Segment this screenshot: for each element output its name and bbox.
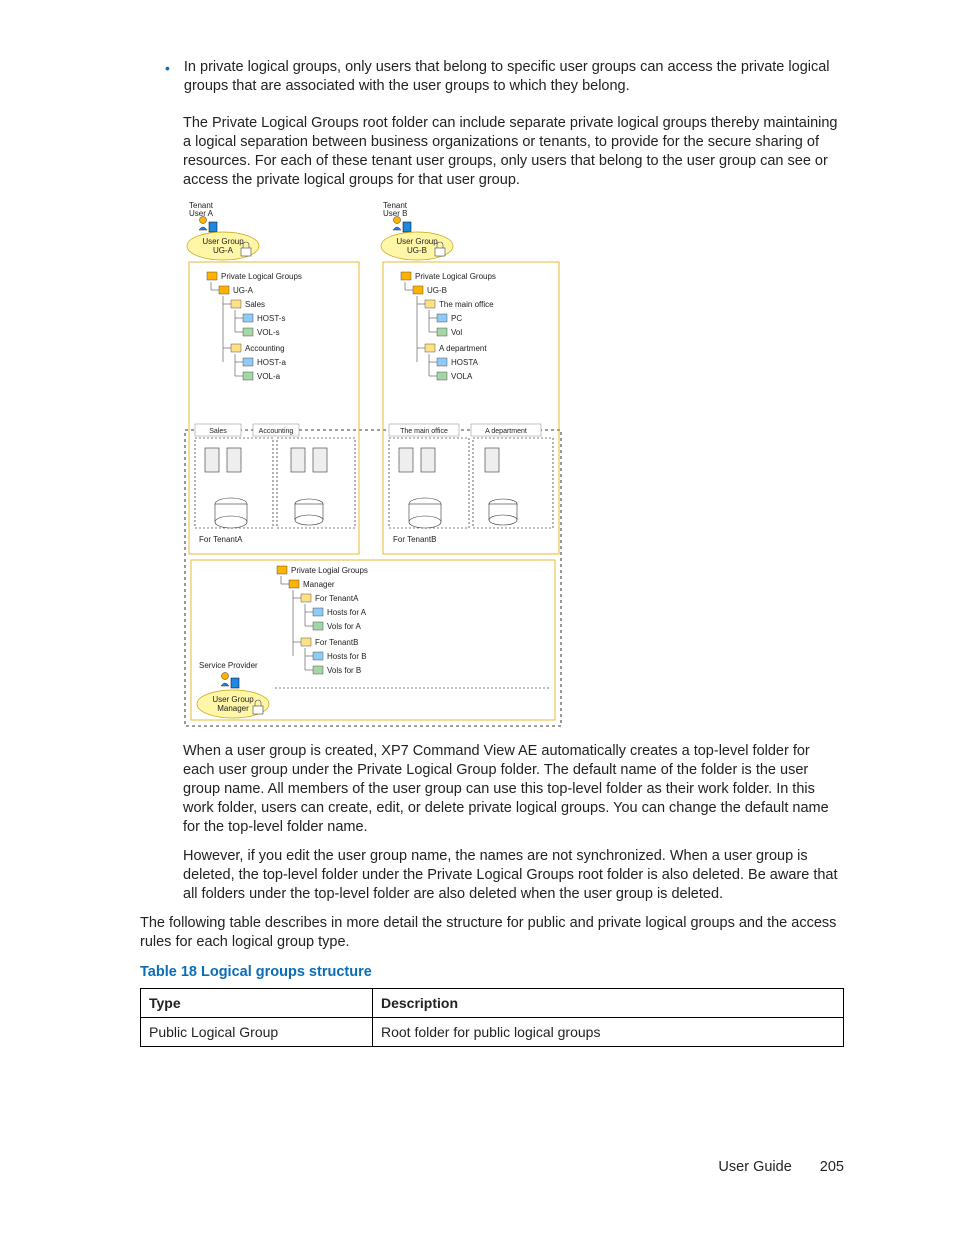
svg-text:User Group: User Group bbox=[202, 237, 244, 246]
svg-text:UG-B: UG-B bbox=[427, 286, 447, 295]
svg-text:For TenantA: For TenantA bbox=[315, 594, 359, 603]
bullet-text: In private logical groups, only users th… bbox=[184, 58, 844, 96]
bullet-marker: • bbox=[165, 59, 170, 77]
svg-text:Hosts for A: Hosts for A bbox=[327, 608, 367, 617]
paragraph: However, if you edit the user group name… bbox=[183, 847, 844, 904]
bullet-item: • In private logical groups, only users … bbox=[140, 58, 844, 106]
svg-text:For TenantB: For TenantB bbox=[393, 535, 436, 544]
footer-guide: User Guide bbox=[718, 1159, 791, 1175]
table-header-type: Type bbox=[141, 989, 373, 1018]
table-cell-desc: Root folder for public logical groups bbox=[372, 1018, 843, 1047]
svg-text:Hosts for B: Hosts for B bbox=[327, 652, 367, 661]
svg-text:UG-A: UG-A bbox=[213, 246, 234, 255]
svg-text:Accounting: Accounting bbox=[259, 428, 294, 435]
svg-text:For TenantA: For TenantA bbox=[199, 535, 243, 544]
svg-text:Manager: Manager bbox=[303, 580, 335, 589]
paragraph: The following table describes in more de… bbox=[140, 914, 844, 952]
diagram-svg: Tenant User A User Group UG-A bbox=[183, 200, 563, 730]
paragraph: When a user group is created, XP7 Comman… bbox=[183, 742, 844, 837]
footer-page-number: 205 bbox=[820, 1159, 844, 1175]
svg-text:User Group: User Group bbox=[212, 695, 254, 704]
table-header-desc: Description bbox=[372, 989, 843, 1018]
svg-text:HOSTA: HOSTA bbox=[451, 358, 479, 367]
svg-text:Private Logical Groups: Private Logical Groups bbox=[221, 272, 302, 281]
table-header-row: Type Description bbox=[141, 989, 844, 1018]
svg-text:Vols for B: Vols for B bbox=[327, 666, 361, 675]
svg-text:Private Logical Groups: Private Logical Groups bbox=[415, 272, 496, 281]
svg-text:UG-A: UG-A bbox=[233, 286, 254, 295]
page-footer: User Guide 205 bbox=[718, 1159, 844, 1175]
svg-text:Service Provider: Service Provider bbox=[199, 661, 258, 670]
svg-text:Manager: Manager bbox=[217, 704, 249, 713]
svg-text:UG-B: UG-B bbox=[407, 246, 427, 255]
svg-text:Accounting: Accounting bbox=[245, 344, 285, 353]
svg-text:Sales: Sales bbox=[245, 300, 265, 309]
svg-text:VOL-a: VOL-a bbox=[257, 372, 281, 381]
logical-groups-diagram: Tenant User A User Group UG-A bbox=[183, 200, 844, 730]
svg-text:Private Logial Groups: Private Logial Groups bbox=[291, 566, 368, 575]
svg-text:The main office: The main office bbox=[439, 300, 494, 309]
table-row: Public Logical Group Root folder for pub… bbox=[141, 1018, 844, 1047]
svg-text:PC: PC bbox=[451, 314, 462, 323]
svg-text:VOL-s: VOL-s bbox=[257, 328, 280, 337]
table-cell-type: Public Logical Group bbox=[141, 1018, 373, 1047]
svg-text:HOST-a: HOST-a bbox=[257, 358, 286, 367]
svg-text:VOLA: VOLA bbox=[451, 372, 473, 381]
svg-text:A department: A department bbox=[439, 344, 487, 353]
svg-text:Vols for A: Vols for A bbox=[327, 622, 361, 631]
svg-text:A department: A department bbox=[485, 428, 527, 435]
paragraph: The Private Logical Groups root folder c… bbox=[183, 114, 844, 190]
svg-text:Vol: Vol bbox=[451, 328, 462, 337]
logical-groups-table: Type Description Public Logical Group Ro… bbox=[140, 988, 844, 1047]
page: • In private logical groups, only users … bbox=[0, 0, 954, 1235]
svg-text:HOST-s: HOST-s bbox=[257, 314, 285, 323]
svg-text:User B: User B bbox=[383, 209, 407, 218]
table-caption: Table 18 Logical groups structure bbox=[140, 964, 844, 980]
svg-text:For TenantB: For TenantB bbox=[315, 638, 358, 647]
svg-text:User Group: User Group bbox=[396, 237, 438, 246]
svg-text:The main office: The main office bbox=[400, 428, 448, 435]
svg-text:Sales: Sales bbox=[209, 428, 227, 435]
